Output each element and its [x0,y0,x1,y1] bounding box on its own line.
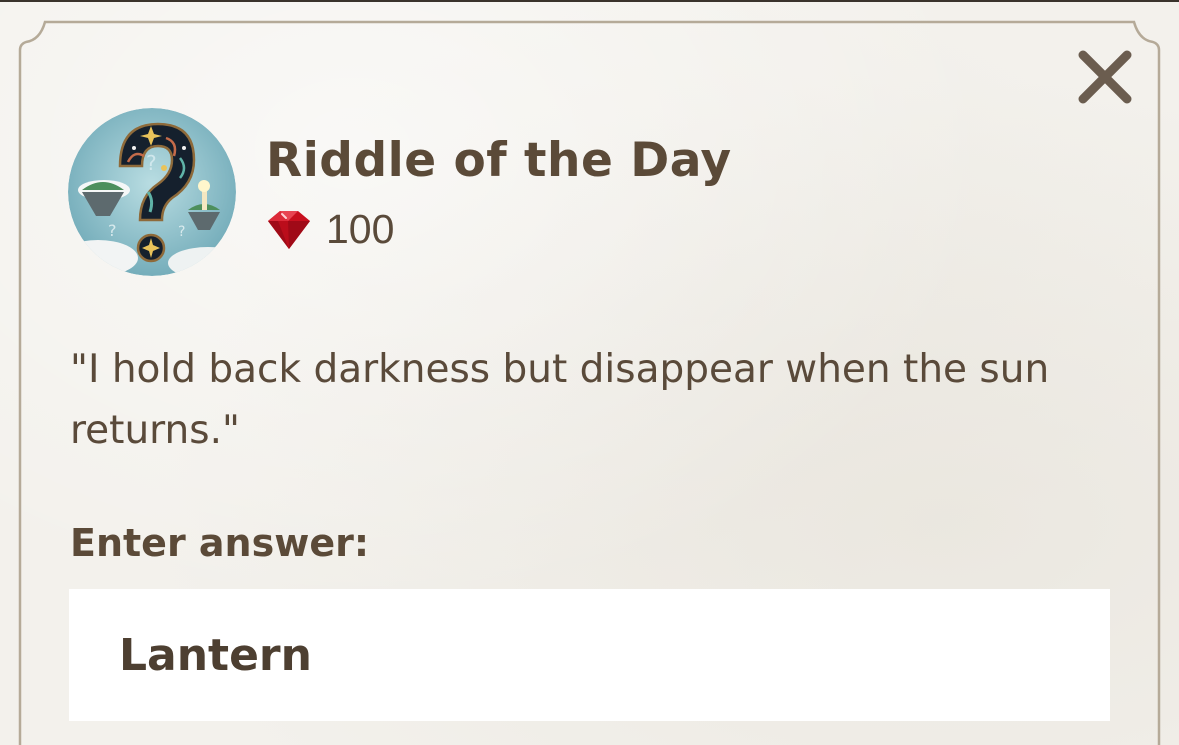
riddle-question-mark-icon: ? ? ? [68,108,236,276]
top-edge [0,0,1179,2]
answer-label: Enter answer: [70,521,370,565]
page-title: Riddle of the Day [266,133,732,188]
answer-input[interactable] [69,589,1110,721]
close-button[interactable] [1070,42,1140,112]
riddle-avatar: ? ? ? [68,108,236,276]
close-icon [1078,50,1132,104]
svg-text:?: ? [146,151,157,175]
ruby-gem-icon [268,211,310,249]
riddle-dialog: ? ? ? Riddle of the Day 100 "I hold back… [0,0,1179,745]
svg-text:?: ? [108,221,117,240]
reward-amount: 100 [326,206,395,252]
riddle-text: "I hold back darkness but disappear when… [70,347,1050,453]
svg-text:?: ? [178,224,185,240]
reward-badge: 100 [264,206,394,252]
answer-field[interactable] [69,589,1110,721]
